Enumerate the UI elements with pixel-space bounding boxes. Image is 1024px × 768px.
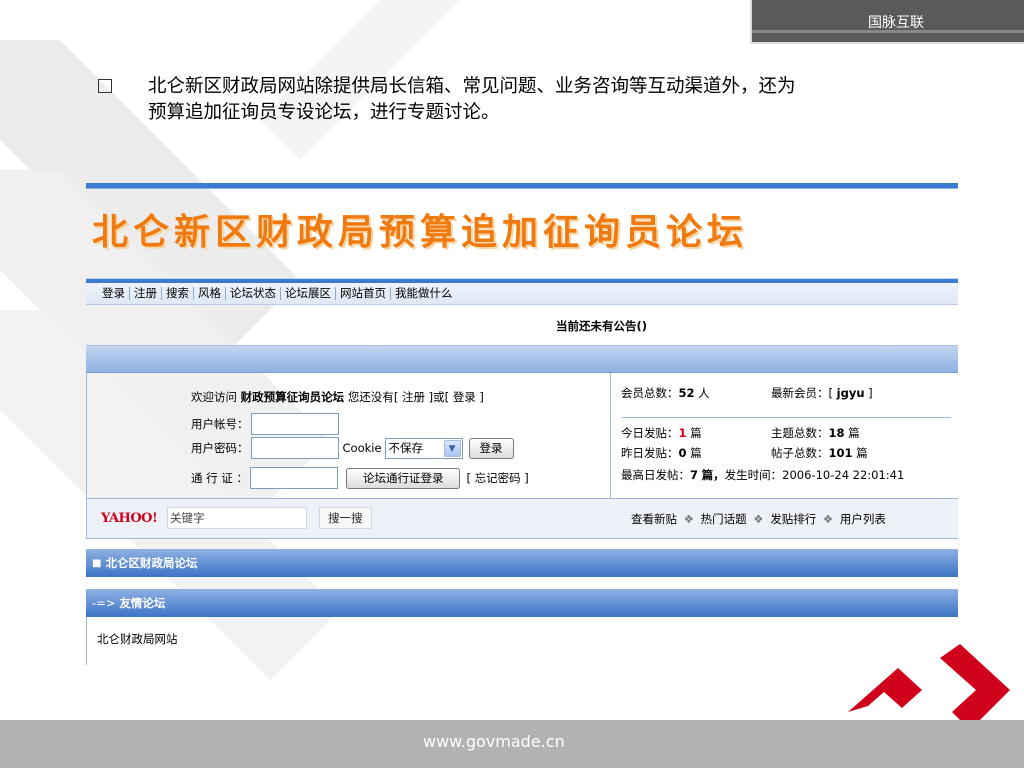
- members-label: 会员总数：: [621, 386, 679, 400]
- friend-link[interactable]: 北仑财政局网站: [97, 631, 178, 647]
- passport-row: 通 行 证 ： 论坛通行证登录 [ 忘记密码 ]: [191, 467, 529, 489]
- announcement-text: 当前还未有公告(): [556, 319, 648, 333]
- members-unit: 人: [698, 386, 710, 400]
- yesterday-posts-stat: 昨日发贴： 0 篇: [621, 445, 702, 461]
- welcome-suffix: 您还没有: [347, 390, 394, 404]
- forum-screenshot: 北仑新区财政局预算追加征询员论坛 登录 注册 搜索 风格 论坛状态 论坛展区 网…: [86, 183, 958, 670]
- welcome-register-link[interactable]: [ 注册 ]: [394, 389, 433, 405]
- max-daily-posts-stat: 最高日发帖： 7 篇， 发生时间： 2006-10-24 22:01:41: [621, 467, 904, 483]
- welcome-line: 欢迎访问 财政预算征询员论坛 您还没有 [ 注册 ] 或 [ 登录 ]: [191, 389, 484, 405]
- passport-input[interactable]: [249, 467, 338, 489]
- password-input[interactable]: [250, 437, 339, 459]
- topics-stat: 主题总数： 18 篇: [771, 425, 860, 441]
- passport-login-button[interactable]: 论坛通行证登录: [345, 467, 461, 489]
- forum-banner: 北仑新区财政局预算追加征询员论坛: [86, 189, 958, 279]
- members-value: 52: [678, 386, 695, 400]
- forum-stats: 会员总数： 52 人 最新会员： [ jgyu ] 今日发贴： 1 篇 主题总数…: [611, 373, 958, 498]
- collapse-icon: ■: [92, 557, 102, 569]
- max-label: 最高日发帖：: [621, 468, 690, 482]
- posts-unit: 篇: [856, 446, 868, 460]
- today-value: 1: [678, 426, 687, 440]
- brand-tab: 国脉互联: [750, 0, 1024, 44]
- time-label: 发生时间：: [724, 468, 783, 482]
- link-new-posts[interactable]: 查看新贴: [631, 512, 677, 526]
- nav-help[interactable]: 我能做什么: [391, 287, 457, 300]
- newest-member-stat: 最新会员： [ jgyu ]: [771, 386, 873, 400]
- welcome-prefix: 欢迎访问: [191, 390, 237, 404]
- password-label: 用户密码：: [191, 441, 249, 455]
- footer-bar: www.govmade.cn: [0, 720, 1024, 768]
- nav-style[interactable]: 风格: [194, 287, 226, 300]
- link-hot-topics[interactable]: 热门话题: [701, 512, 747, 526]
- keyword-search-input[interactable]: 关键字: [167, 507, 307, 529]
- search-bar: YAHOO! 关键字 搜一搜 查看新贴 ❖ 热门话题 ❖ 发贴排行 ❖ 用户列表: [86, 499, 958, 539]
- nav-login[interactable]: 登录: [98, 287, 130, 300]
- members-stat: 会员总数： 52 人: [621, 385, 710, 401]
- stats-divider: [621, 417, 951, 418]
- nav-forum-showcase[interactable]: 论坛展区: [281, 287, 336, 300]
- today-label: 今日发贴：: [621, 426, 679, 440]
- newest-member-link[interactable]: jgyu: [837, 386, 865, 400]
- login-panel: 欢迎访问 财政预算征询员论坛 您还没有 [ 注册 ] 或 [ 登录 ] 用户帐号…: [86, 373, 958, 499]
- footer-url: www.govmade.cn: [423, 732, 565, 751]
- nav-search[interactable]: 搜索: [162, 287, 194, 300]
- header-strip: [86, 345, 958, 373]
- today-unit: 篇: [690, 426, 702, 440]
- bullet-square-icon: [98, 79, 112, 93]
- announcement-row: 当前还未有公告(): [86, 305, 958, 345]
- brand-name: 国脉互联: [868, 15, 924, 31]
- login-button[interactable]: 登录: [468, 437, 514, 459]
- search-button[interactable]: 搜一搜: [319, 507, 372, 529]
- username-label: 用户帐号：: [191, 417, 249, 431]
- max-value: 7: [690, 468, 699, 482]
- max-unit: 篇，: [701, 468, 725, 482]
- section-forum-title: 北仑区财政局论坛: [105, 556, 198, 570]
- topics-value: 18: [828, 426, 845, 440]
- newest-label: 最新会员：: [771, 386, 829, 400]
- yesterday-unit: 篇: [690, 446, 702, 460]
- username-input[interactable]: [250, 413, 339, 435]
- passport-label: 通 行 证 ：: [191, 471, 248, 485]
- yahoo-logo: YAHOO!: [101, 511, 158, 526]
- slide-bullet-text: 北仑新区财政局网站除提供局长信箱、常见问题、业务咨询等互动渠道外，还为预算追加征…: [148, 76, 796, 123]
- diamond-icon: ❖: [683, 512, 694, 526]
- cookie-select[interactable]: 不保存 ▼: [384, 437, 463, 459]
- cookie-label: Cookie: [342, 441, 382, 455]
- quick-links: 查看新贴 ❖ 热门话题 ❖ 发贴排行 ❖ 用户列表: [631, 511, 886, 527]
- link-user-list[interactable]: 用户列表: [840, 512, 886, 526]
- topics-label: 主题总数：: [771, 426, 829, 440]
- today-posts-stat: 今日发贴： 1 篇: [621, 425, 702, 441]
- posts-stat: 帖子总数： 101 篇: [771, 445, 868, 461]
- link-post-ranking[interactable]: 发贴排行: [770, 512, 816, 526]
- chevron-down-icon: ▼: [443, 439, 461, 457]
- section-friends-arrow: -=>: [92, 596, 116, 610]
- yesterday-value: 0: [678, 446, 687, 460]
- diamond-icon: ❖: [753, 512, 764, 526]
- login-form: 欢迎访问 财政预算征询员论坛 您还没有 [ 注册 ] 或 [ 登录 ] 用户帐号…: [87, 373, 611, 498]
- brand-logo-icon: [848, 644, 1010, 730]
- forum-title: 北仑新区财政局预算追加征询员论坛: [92, 211, 749, 253]
- posts-label: 帖子总数：: [771, 446, 829, 460]
- section-friends-header: -=> 友情论坛: [86, 589, 958, 617]
- password-row: 用户密码： Cookie 不保存 ▼ 登录: [191, 437, 514, 459]
- forum-nav: 登录 注册 搜索 风格 论坛状态 论坛展区 网站首页 我能做什么: [86, 279, 958, 305]
- welcome-or: 或: [433, 390, 445, 404]
- username-row: 用户帐号：: [191, 413, 339, 435]
- welcome-forum-name: 财政预算征询员论坛: [240, 390, 345, 404]
- topics-unit: 篇: [848, 426, 860, 440]
- friend-links: 北仑财政局网站: [86, 617, 958, 665]
- cookie-select-value: 不保存: [388, 441, 424, 455]
- nav-site-home[interactable]: 网站首页: [336, 287, 391, 300]
- welcome-login-link[interactable]: [ 登录 ]: [445, 389, 484, 405]
- time-value: 2006-10-24 22:01:41: [782, 468, 905, 482]
- posts-value: 101: [828, 446, 853, 460]
- nav-forum-status[interactable]: 论坛状态: [226, 287, 281, 300]
- section-forum-header[interactable]: ■ 北仑区财政局论坛: [86, 549, 958, 577]
- diamond-icon: ❖: [822, 512, 834, 526]
- section-friends-title: 友情论坛: [119, 596, 166, 610]
- nav-register[interactable]: 注册: [130, 287, 162, 300]
- yesterday-label: 昨日发贴：: [621, 446, 679, 460]
- forgot-password-link[interactable]: [ 忘记密码 ]: [466, 470, 528, 486]
